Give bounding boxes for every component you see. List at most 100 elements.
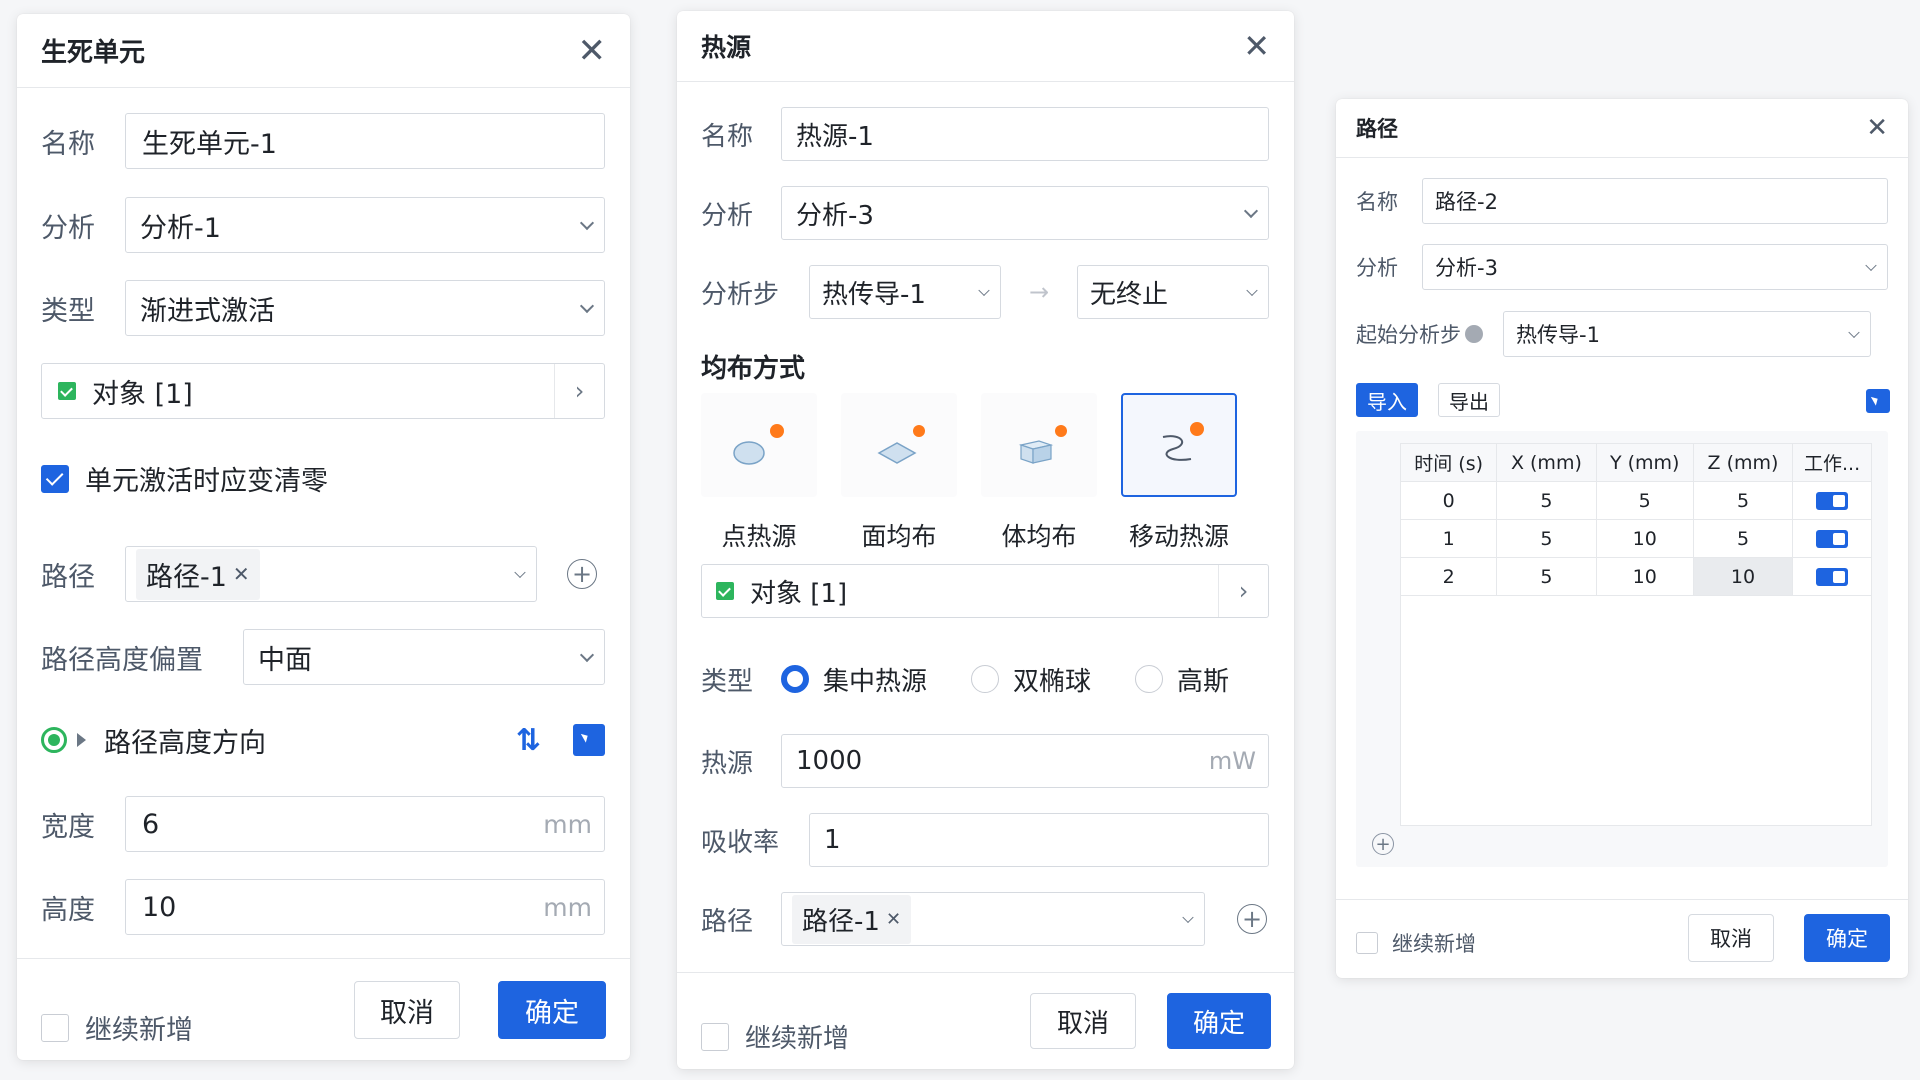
object-selector[interactable]: 对象 [1] › — [41, 363, 605, 419]
close-icon[interactable]: ✕ — [578, 34, 607, 68]
remove-tag-icon[interactable]: ✕ — [233, 562, 250, 586]
close-icon[interactable]: ✕ — [1866, 115, 1888, 141]
height-input[interactable]: 10 mm — [125, 879, 605, 935]
radio-gaussian[interactable] — [1135, 665, 1164, 693]
step-to-select[interactable]: 无终止 — [1077, 265, 1269, 319]
cancel-button[interactable]: 取消 — [354, 981, 460, 1039]
step-label: 分析步 — [701, 279, 780, 310]
chevron-right-icon[interactable]: › — [554, 364, 604, 418]
moving-source-icon — [1162, 422, 1204, 461]
work-toggle[interactable] — [1816, 568, 1849, 586]
point-source-card[interactable] — [701, 393, 817, 497]
footer-divider — [677, 972, 1294, 973]
path-tag: 路径-1 ✕ — [792, 894, 912, 944]
surface-source-card[interactable] — [841, 393, 957, 497]
radio-concentrated[interactable] — [781, 665, 809, 693]
add-path-icon[interactable]: + — [1237, 904, 1267, 934]
width-label: 宽度 — [41, 811, 95, 843]
path-select[interactable]: 路径-1 ✕ — [125, 546, 537, 602]
info-icon[interactable] — [1465, 325, 1483, 343]
cancel-button[interactable]: 取消 — [1030, 993, 1136, 1049]
cell-x[interactable]: 5 — [1496, 519, 1597, 558]
dialog-path: 路径 ✕ 名称 路径-2 分析 分析-3 起始分析步 热传导-1 导入 导出 时… — [1336, 99, 1908, 978]
work-toggle[interactable] — [1816, 530, 1849, 548]
path-table-container: 时间 (s) X (mm) Y (mm) Z (mm) 工作... 1 0 5 … — [1356, 431, 1888, 867]
x-header: X (mm) — [1496, 443, 1597, 482]
absorption-input[interactable]: 1 — [809, 813, 1269, 867]
moving-source-label: 移动热源 — [1128, 522, 1229, 551]
path-select[interactable]: 路径-1 ✕ — [781, 892, 1205, 946]
radio-double-ellipsoid[interactable] — [971, 665, 1000, 693]
name-value: 路径-2 — [1435, 190, 1498, 214]
step-from-value: 热传导-1 — [822, 279, 926, 310]
add-row-icon[interactable]: + — [1372, 833, 1394, 855]
surface-source-label: 面均布 — [861, 522, 937, 551]
step-from-select[interactable]: 热传导-1 — [809, 265, 1001, 319]
analysis-select[interactable]: 分析-3 — [1422, 244, 1888, 290]
heat-input[interactable]: 1000 mW — [781, 734, 1269, 788]
close-icon[interactable]: ✕ — [1243, 30, 1270, 62]
path-offset-select[interactable]: 中面 — [243, 629, 605, 685]
width-unit: mm — [543, 809, 592, 839]
width-input[interactable]: 6 mm — [125, 796, 605, 852]
cell-y[interactable]: 10 — [1595, 557, 1694, 596]
cancel-button[interactable]: 取消 — [1688, 914, 1774, 962]
name-input[interactable]: 热源-1 — [781, 107, 1269, 161]
continue-add-checkbox[interactable] — [41, 1013, 69, 1042]
caret-right-icon[interactable] — [77, 733, 86, 747]
table-row[interactable]: 1 0 5 5 5 — [1372, 481, 1872, 520]
chevron-right-icon[interactable]: › — [1218, 565, 1268, 617]
pick-icon[interactable] — [573, 724, 605, 756]
name-label: 名称 — [701, 121, 754, 152]
cell-x[interactable]: 5 — [1496, 557, 1597, 596]
analysis-select[interactable]: 分析-1 — [125, 197, 605, 253]
type-select[interactable]: 渐进式激活 — [125, 280, 605, 336]
dialog-title: 路径 — [1356, 117, 1398, 141]
cell-time[interactable]: 1 — [1399, 519, 1498, 558]
ok-button[interactable]: 确定 — [1167, 993, 1271, 1049]
footer-divider — [17, 958, 630, 959]
import-button[interactable]: 导入 — [1356, 383, 1418, 417]
cell-x[interactable]: 5 — [1496, 481, 1597, 520]
cell-y[interactable]: 5 — [1595, 481, 1694, 520]
cell-z[interactable]: 5 — [1692, 481, 1794, 520]
cell-time[interactable]: 0 — [1399, 481, 1498, 520]
cell-time[interactable]: 2 — [1399, 557, 1498, 596]
table-row[interactable]: 2 1 5 10 5 — [1372, 519, 1872, 558]
start-step-value: 热传导-1 — [1516, 323, 1600, 347]
add-path-icon[interactable]: + — [567, 559, 597, 589]
dialog-header: 路径 ✕ — [1336, 99, 1908, 158]
work-toggle[interactable] — [1816, 492, 1849, 510]
name-input[interactable]: 路径-2 — [1422, 178, 1888, 224]
start-step-select[interactable]: 热传导-1 — [1503, 311, 1871, 357]
start-step-label: 起始分析步 — [1356, 323, 1461, 347]
volume-source-card[interactable] — [981, 393, 1097, 497]
chevron-down-icon — [1182, 911, 1194, 924]
strain-reset-checkbox[interactable] — [41, 464, 69, 493]
analysis-select[interactable]: 分析-3 — [781, 186, 1269, 240]
name-input[interactable]: 生死单元-1 — [125, 113, 605, 169]
y-header: Y (mm) — [1595, 443, 1694, 482]
chevron-down-icon — [1246, 284, 1258, 297]
flip-direction-icon[interactable]: ⇅ — [516, 723, 541, 758]
continue-add-checkbox[interactable] — [1356, 932, 1378, 954]
index-column-bg — [1372, 443, 1401, 826]
object-selector[interactable]: 对象 [1] › — [701, 564, 1269, 618]
cell-z[interactable]: 5 — [1692, 519, 1794, 558]
pick-icon[interactable] — [1866, 389, 1890, 413]
footer-divider — [1336, 899, 1908, 900]
name-label: 名称 — [41, 128, 95, 160]
export-button[interactable]: 导出 — [1438, 383, 1500, 417]
status-ok-icon — [41, 727, 67, 753]
ok-button[interactable]: 确定 — [1804, 914, 1890, 962]
cell-work — [1792, 557, 1872, 596]
chevron-down-icon — [1865, 259, 1877, 272]
cell-z[interactable]: 10 — [1692, 557, 1794, 596]
type-label: 类型 — [701, 666, 754, 697]
moving-source-card[interactable] — [1121, 393, 1237, 497]
cell-y[interactable]: 10 — [1595, 519, 1694, 558]
ok-button[interactable]: 确定 — [498, 981, 606, 1039]
table-row[interactable]: 3 2 5 10 10 — [1372, 557, 1872, 596]
continue-add-checkbox[interactable] — [701, 1022, 729, 1051]
remove-tag-icon[interactable]: ✕ — [886, 909, 901, 930]
